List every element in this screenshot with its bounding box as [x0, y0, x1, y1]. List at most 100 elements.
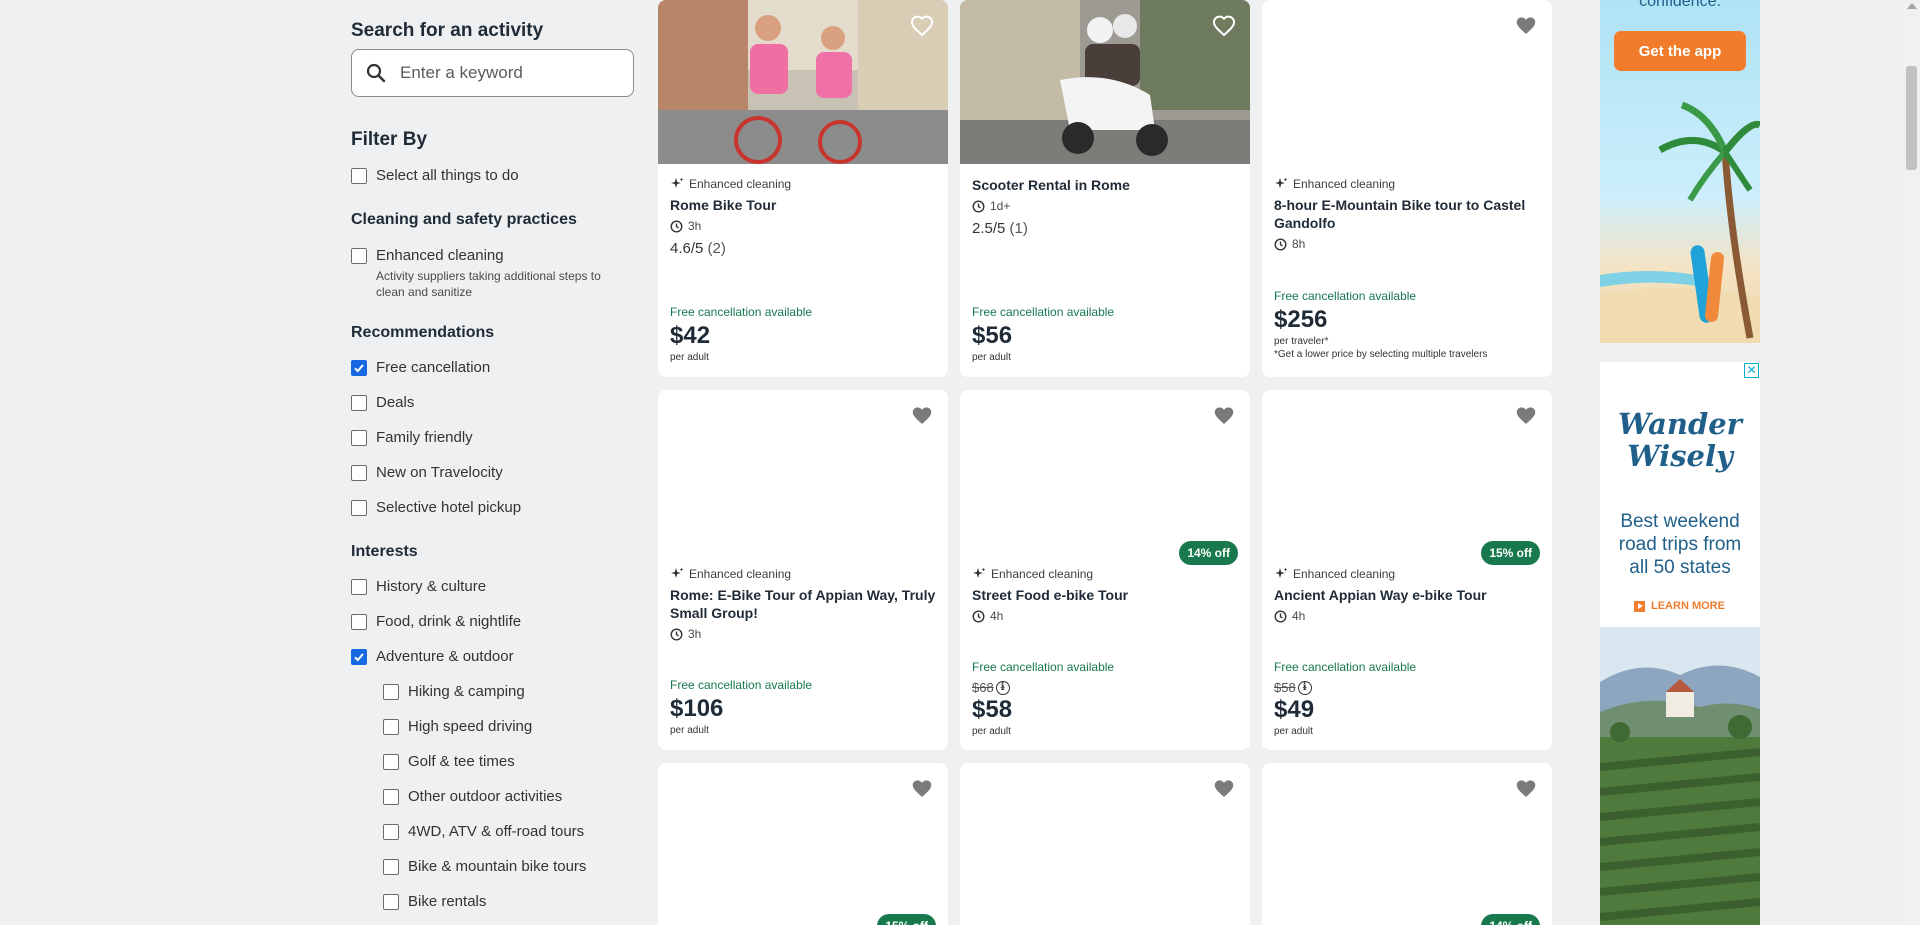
heart-icon[interactable]: [910, 777, 934, 801]
activity-card[interactable]: Enhanced cleaning 8-hour E-Mountain Bike…: [1262, 0, 1552, 377]
duration: 3h: [670, 218, 936, 234]
search-box[interactable]: [351, 49, 634, 97]
info-icon[interactable]: i: [995, 680, 1010, 695]
duration-text: 4h: [990, 609, 1004, 623]
clock-icon: [972, 610, 985, 622]
keyword-search-input[interactable]: [400, 63, 620, 83]
checkbox[interactable]: [351, 167, 367, 184]
filter-bike-rentals[interactable]: Bike rentals: [383, 893, 486, 910]
heart-icon[interactable]: [1514, 777, 1538, 801]
heart-icon[interactable]: [910, 404, 934, 428]
duration: 4h: [972, 608, 1238, 624]
checkbox[interactable]: [351, 429, 367, 446]
checkbox[interactable]: [383, 683, 399, 700]
filter-label: History & culture: [376, 578, 487, 595]
sparkle-icon: [671, 177, 684, 188]
filter-food-drink-nightlife[interactable]: Food, drink & nightlife: [351, 613, 521, 630]
filter-high-speed-driving[interactable]: High speed driving: [383, 718, 532, 735]
enhanced-cleaning-tag: Enhanced cleaning: [1274, 566, 1540, 582]
ad-brand: Wander Wisely: [1618, 407, 1742, 473]
clock-icon: [1274, 238, 1287, 250]
free-cancellation-text: Free cancellation available: [670, 678, 813, 692]
checkbox[interactable]: [383, 718, 399, 735]
checkbox[interactable]: [383, 858, 399, 875]
filter-label: Food, drink & nightlife: [376, 613, 522, 630]
heart-icon[interactable]: [1212, 777, 1236, 801]
filter-free-cancellation[interactable]: Free cancellation: [351, 359, 490, 376]
checkbox[interactable]: [383, 753, 399, 770]
filter-adventure-outdoor[interactable]: Adventure & outdoor: [351, 648, 514, 665]
learn-more-link[interactable]: LEARN MORE: [1634, 600, 1725, 612]
filter-deals[interactable]: Deals: [351, 394, 414, 411]
activity-name[interactable]: Street Food e-bike Tour: [972, 586, 1238, 604]
activity-name[interactable]: Ancient Appian Way e-bike Tour: [1274, 586, 1540, 604]
activity-card[interactable]: Enhanced cleaning Rome: E-Bike Tour of A…: [658, 390, 948, 750]
checkbox-checked[interactable]: [351, 648, 367, 665]
checkbox[interactable]: [351, 578, 367, 595]
activity-name[interactable]: 8-hour E-Mountain Bike tour to Castel Ga…: [1274, 196, 1540, 232]
heart-icon[interactable]: [1514, 404, 1538, 428]
checkbox[interactable]: [351, 247, 367, 264]
activity-card[interactable]: Enhanced cleaning Rome Bike Tour 3h 4.6/…: [658, 0, 948, 377]
heart-icon[interactable]: [910, 14, 934, 38]
cleaning-section-title: Cleaning and safety practices: [351, 211, 577, 228]
checkbox[interactable]: [351, 613, 367, 630]
filter-family-friendly[interactable]: Family friendly: [351, 429, 473, 446]
enhanced-cleaning-checkbox-row[interactable]: Enhanced cleaning: [351, 247, 504, 264]
checkbox[interactable]: [351, 499, 367, 516]
duration: 4h: [1274, 608, 1540, 624]
filter-new-on-travelocity[interactable]: New on Travelocity: [351, 464, 503, 481]
activity-card[interactable]: 15% off: [658, 763, 948, 925]
play-icon: [1634, 600, 1645, 612]
scrollbar-thumb[interactable]: [1906, 66, 1917, 170]
enhanced-cleaning-label: Enhanced cleaning: [376, 247, 504, 264]
filter-other-outdoor[interactable]: Other outdoor activities: [383, 788, 562, 805]
enhanced-cleaning-text: Enhanced cleaning: [1293, 567, 1396, 581]
duration-text: 3h: [688, 219, 702, 233]
filter-bike-mountain-tours[interactable]: Bike & mountain bike tours: [383, 858, 586, 875]
checkbox[interactable]: [383, 823, 399, 840]
ad-close-icon[interactable]: ✕: [1744, 363, 1759, 378]
get-app-button[interactable]: Get the app: [1614, 31, 1746, 71]
activity-card[interactable]: 15% off Enhanced cleaning Ancient Appian…: [1262, 390, 1552, 750]
info-icon[interactable]: i: [1297, 680, 1312, 695]
checkbox[interactable]: [383, 893, 399, 910]
duration-text: 3h: [688, 627, 702, 641]
duration-text: 8h: [1292, 237, 1306, 251]
wander-wisely-ad[interactable]: ✕ Wander Wisely Best weekend road trips …: [1600, 362, 1760, 925]
app-download-ad[interactable]: confidence. Get the app: [1600, 0, 1760, 343]
activity-name[interactable]: Scooter Rental in Rome: [972, 176, 1238, 194]
activity-card[interactable]: 14% off: [1262, 763, 1552, 925]
checkbox[interactable]: [351, 394, 367, 411]
checkbox-checked[interactable]: [351, 359, 367, 376]
filter-selective-hotel-pickup[interactable]: Selective hotel pickup: [351, 499, 521, 516]
filter-golf-tee-times[interactable]: Golf & tee times: [383, 753, 515, 770]
scroll-up-arrow-icon[interactable]: [1907, 3, 1917, 9]
rating: 4.6/5 (2): [670, 240, 936, 257]
activity-card[interactable]: 14% off Enhanced cleaning Street Food e-…: [960, 390, 1250, 750]
duration: 3h: [670, 626, 936, 642]
clock-icon: [972, 200, 985, 212]
free-cancellation-text: Free cancellation available: [972, 305, 1115, 319]
price-unit: per adult: [972, 726, 1011, 737]
duration-text: 4h: [1292, 609, 1306, 623]
filter-hiking-camping[interactable]: Hiking & camping: [383, 683, 525, 700]
sparkle-icon: [973, 567, 986, 578]
filter-label: New on Travelocity: [376, 464, 503, 481]
activity-card[interactable]: Scooter Rental in Rome 1d+ 2.5/5 (1) Fre…: [960, 0, 1250, 377]
activity-name[interactable]: Rome Bike Tour: [670, 196, 936, 214]
activity-name[interactable]: Rome: E-Bike Tour of Appian Way, Truly S…: [670, 586, 936, 622]
select-all-checkbox-row[interactable]: Select all things to do: [351, 167, 519, 184]
checkbox[interactable]: [383, 788, 399, 805]
heart-icon[interactable]: [1514, 14, 1538, 38]
heart-icon[interactable]: [1212, 14, 1236, 38]
filter-label: 4WD, ATV & off-road tours: [408, 823, 585, 840]
filter-4wd-atv[interactable]: 4WD, ATV & off-road tours: [383, 823, 584, 840]
sparkle-icon: [1275, 177, 1288, 188]
filter-label: Deals: [376, 394, 415, 411]
heart-icon[interactable]: [1212, 404, 1236, 428]
activity-card[interactable]: [960, 763, 1250, 925]
filter-history-culture[interactable]: History & culture: [351, 578, 486, 595]
checkbox[interactable]: [351, 464, 367, 481]
price-note: *Get a lower price by selecting multiple…: [1274, 349, 1488, 360]
